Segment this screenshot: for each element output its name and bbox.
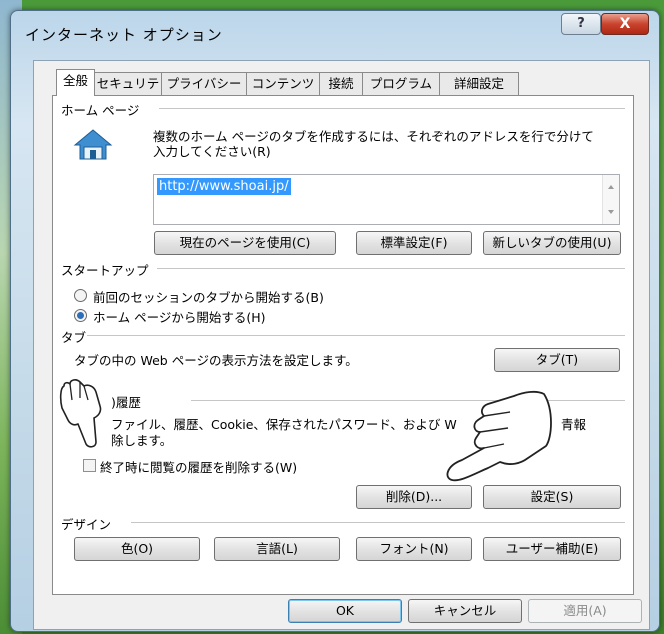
cancel-button[interactable]: キャンセル <box>408 599 522 623</box>
dialog-client-area: 全般 セキュリティ プライバシー コンテンツ 接続 プログラム 詳細設定 ホーム… <box>33 60 650 630</box>
startup-option1-label: 前回のセッションのタブから開始する(B) <box>93 290 324 305</box>
use-new-tab-button[interactable]: 新しいタブの使用(U) <box>483 231 621 255</box>
design-group-label: デザイン <box>61 517 112 532</box>
scroll-arrows-icon <box>608 185 614 214</box>
tabs-settings-button[interactable]: タブ(T) <box>494 348 620 372</box>
close-button[interactable]: X <box>601 13 649 35</box>
languages-button[interactable]: 言語(L) <box>214 537 340 561</box>
url-scrollbar[interactable] <box>602 175 619 224</box>
help-button[interactable]: ? <box>561 13 601 35</box>
history-group-line <box>191 400 625 401</box>
accessibility-button[interactable]: ユーザー補助(E) <box>483 537 621 561</box>
history-description-line1b: 青報 <box>561 417 587 432</box>
design-group-line <box>131 522 625 523</box>
tab-content[interactable]: コンテンツ <box>246 72 320 95</box>
delete-on-exit-label: 終了時に閲覧の履歴を削除する(W) <box>100 460 298 475</box>
startup-group-line <box>157 268 625 269</box>
home-page-url-input[interactable]: http://www.shoai.jp/ <box>153 174 620 225</box>
tab-programs[interactable]: プログラム <box>362 72 440 95</box>
fonts-button[interactable]: フォント(N) <box>356 537 472 561</box>
startup-group-label: スタートアップ <box>61 263 149 278</box>
tab-advanced[interactable]: 詳細設定 <box>439 72 519 95</box>
tab-connections[interactable]: 接続 <box>319 72 363 95</box>
pointing-hand-icon <box>59 379 102 448</box>
internet-options-dialog: インターネット オプション ? X 全般 セキュリティ プライバシー コンテンツ… <box>10 10 660 632</box>
startup-option1-radio[interactable] <box>74 289 87 302</box>
tabs-group-line <box>87 335 625 336</box>
home-page-group-label: ホーム ページ <box>61 103 140 118</box>
general-tab-panel: ホーム ページ 複数のホーム ページのタブを作成するには、それぞれのアドレスを行… <box>52 95 634 595</box>
tab-general[interactable]: 全般 <box>56 69 95 96</box>
apply-button[interactable]: 適用(A) <box>528 599 642 623</box>
home-page-url-text: http://www.shoai.jp/ <box>157 178 291 195</box>
delete-on-exit-checkbox[interactable] <box>83 459 96 472</box>
tabs-group-label: タブ <box>61 330 87 345</box>
use-current-button[interactable]: 現在のページを使用(C) <box>154 231 336 255</box>
tab-security[interactable]: セキュリティ <box>94 72 162 113</box>
startup-option2-label: ホーム ページから開始する(H) <box>93 310 266 325</box>
tab-privacy[interactable]: プライバシー <box>161 72 247 95</box>
history-description-line2: 除します。 <box>111 433 173 448</box>
home-page-description-line2: 入力してください(R) <box>153 144 271 159</box>
home-page-group-line <box>159 108 625 109</box>
pointing-hand-icon <box>446 390 552 482</box>
window-title: インターネット オプション <box>25 26 223 44</box>
home-icon <box>73 129 113 160</box>
ok-button[interactable]: OK <box>288 599 402 623</box>
colors-button[interactable]: 色(O) <box>74 537 200 561</box>
help-icon: ? <box>577 16 585 31</box>
startup-option2-radio[interactable] <box>74 309 87 322</box>
use-default-button[interactable]: 標準設定(F) <box>356 231 472 255</box>
close-icon: X <box>619 16 631 32</box>
tabs-description: タブの中の Web ページの表示方法を設定します。 <box>74 353 358 368</box>
